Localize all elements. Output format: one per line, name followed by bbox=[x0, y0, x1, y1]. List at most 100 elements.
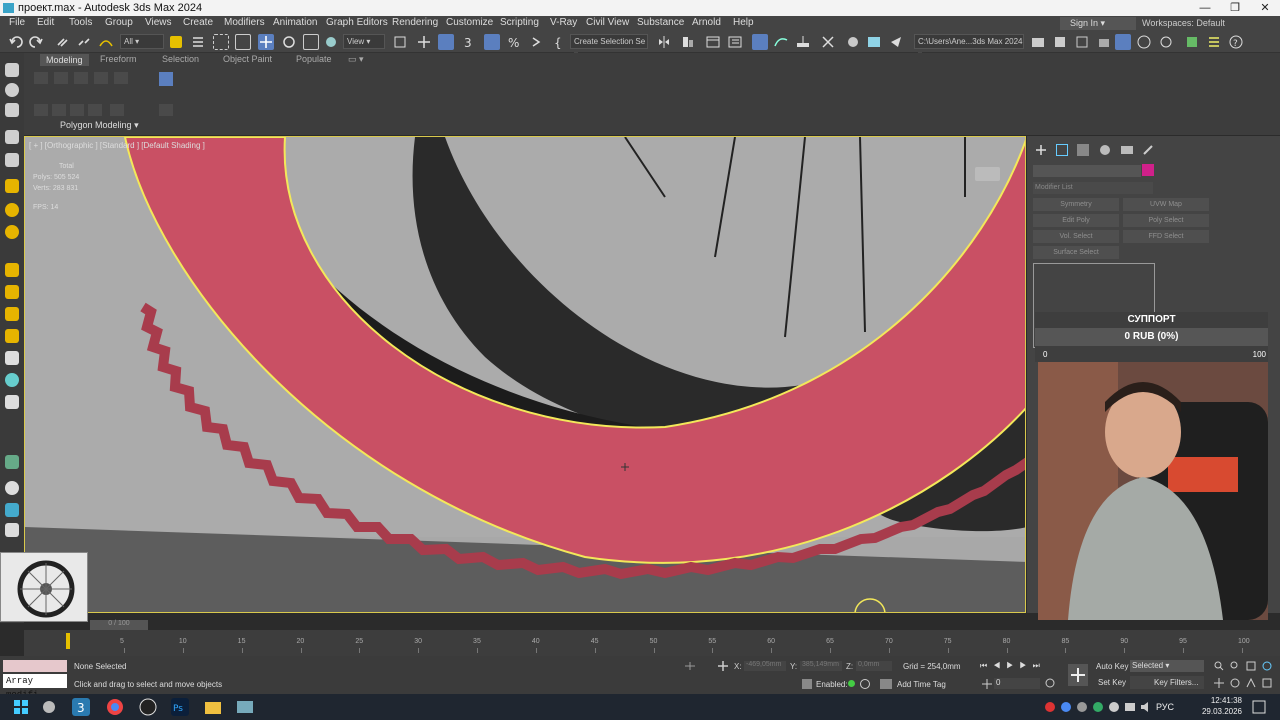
enabled-toggle[interactable] bbox=[860, 679, 870, 689]
language-indicator[interactable]: РУС bbox=[1156, 702, 1174, 712]
select-object-icon[interactable] bbox=[170, 36, 182, 48]
redo-icon[interactable] bbox=[28, 34, 44, 50]
ribbon-tool-icon[interactable] bbox=[54, 72, 68, 84]
selection-filter-dropdown[interactable]: All ▾ bbox=[120, 34, 164, 49]
ribbon-tool-icon[interactable] bbox=[114, 72, 128, 84]
display-tab-icon[interactable] bbox=[1121, 146, 1133, 154]
placement-icon[interactable] bbox=[323, 34, 339, 50]
menu-file[interactable]: File bbox=[9, 17, 25, 28]
menu-animation[interactable]: Animation bbox=[273, 17, 317, 28]
isolate-selection-icon[interactable] bbox=[684, 661, 696, 671]
project-path-dropdown[interactable]: C:\Users\Ane...3ds Max 2024 ▾ bbox=[914, 34, 1024, 59]
modifier-symmetry-button[interactable]: Symmetry bbox=[1033, 198, 1119, 211]
percent-snap-icon[interactable]: % bbox=[506, 34, 522, 50]
clock-date[interactable]: 29.03.2026 bbox=[1198, 707, 1242, 716]
tab-object-paint[interactable]: Object Paint bbox=[223, 54, 272, 64]
render-icon[interactable] bbox=[5, 523, 19, 537]
select-by-name-icon[interactable] bbox=[190, 34, 206, 50]
time-config-icon[interactable] bbox=[1044, 678, 1056, 689]
photoshop-icon[interactable]: Ps bbox=[171, 698, 189, 716]
link-icon[interactable] bbox=[55, 34, 71, 50]
3dsmax-taskbar-icon[interactable]: 3 bbox=[72, 698, 90, 716]
tray-icon[interactable] bbox=[1076, 698, 1088, 716]
zoom-all-icon[interactable] bbox=[1230, 661, 1240, 671]
ribbon-tool-icon[interactable] bbox=[159, 104, 173, 116]
utilities-tab-icon[interactable] bbox=[1142, 144, 1154, 156]
brush-icon[interactable] bbox=[5, 263, 19, 277]
app-window-icon[interactable] bbox=[236, 698, 254, 716]
curve-editor-icon[interactable] bbox=[773, 34, 789, 50]
select-manipulate-icon[interactable] bbox=[416, 34, 432, 50]
tab-freeform[interactable]: Freeform bbox=[100, 54, 137, 64]
sign-in-button[interactable]: Sign In ▾ bbox=[1060, 17, 1136, 30]
menu-tools[interactable]: Tools bbox=[69, 17, 92, 28]
modify-tab-icon[interactable] bbox=[1056, 144, 1068, 156]
ribbon-active-tool-icon[interactable] bbox=[159, 72, 173, 86]
particle-icon[interactable] bbox=[5, 503, 19, 517]
file-explorer-icon[interactable] bbox=[204, 698, 222, 716]
rectangular-selection-icon[interactable] bbox=[213, 34, 229, 50]
plugins-icon[interactable] bbox=[1184, 34, 1200, 50]
absolute-mode-icon[interactable] bbox=[718, 661, 728, 671]
create-icon[interactable] bbox=[5, 63, 19, 77]
layer-explorer-icon[interactable] bbox=[727, 34, 743, 50]
x-coord-field[interactable]: -469,05mm bbox=[744, 661, 786, 671]
tray-icon[interactable] bbox=[1092, 698, 1104, 716]
create-tab-icon[interactable] bbox=[1035, 144, 1047, 156]
ribbon-tool-icon[interactable] bbox=[74, 72, 88, 84]
keyboard-shortcut-override-icon[interactable] bbox=[438, 34, 454, 50]
maxscript-input[interactable]: Array modifi bbox=[3, 674, 67, 700]
modifier-list-dropdown[interactable]: Modifier List bbox=[1033, 182, 1153, 194]
tripod-icon[interactable] bbox=[5, 395, 19, 409]
copyright-icon[interactable] bbox=[1136, 34, 1152, 50]
angle-snap-icon[interactable] bbox=[484, 34, 500, 50]
zoom-extents-icon[interactable] bbox=[1246, 661, 1256, 671]
align-icon[interactable] bbox=[680, 34, 696, 50]
reference-coordinate-dropdown[interactable]: View ▾ bbox=[343, 34, 385, 49]
project-icon[interactable] bbox=[1115, 34, 1131, 50]
time-tag-icon[interactable] bbox=[802, 679, 812, 689]
workspace-selector[interactable]: Workspaces: Default bbox=[1142, 18, 1225, 28]
menu-arnold[interactable]: Arnold bbox=[692, 17, 721, 28]
hierarchy-tab-icon[interactable] bbox=[1077, 144, 1089, 156]
save-file-icon[interactable] bbox=[1052, 34, 1068, 50]
set-key-button[interactable]: Set Key bbox=[1098, 678, 1126, 687]
add-time-tag-icon[interactable] bbox=[880, 679, 892, 689]
viewport-orthographic[interactable]: [ + ] [Orthographic ] [Standard ] [Defau… bbox=[24, 136, 1026, 613]
ribbon-options-icon[interactable]: ▭ ▾ bbox=[348, 54, 364, 65]
ribbon-tool-icon[interactable] bbox=[88, 104, 102, 116]
close-button[interactable]: ✕ bbox=[1250, 0, 1280, 16]
ribbon-tool-icon[interactable] bbox=[94, 72, 108, 84]
orbit-icon[interactable] bbox=[1230, 678, 1240, 688]
hammer-icon[interactable] bbox=[5, 179, 19, 193]
mirror-icon[interactable] bbox=[656, 34, 672, 50]
snaps-toggle-icon[interactable]: 3 bbox=[462, 34, 478, 50]
sync-icon[interactable] bbox=[1158, 34, 1174, 50]
help-icon[interactable]: ? bbox=[1228, 34, 1244, 50]
tab-populate[interactable]: Populate bbox=[296, 54, 332, 64]
lightbulb-icon[interactable] bbox=[5, 203, 19, 217]
y-coord-field[interactable]: 385,149mm bbox=[800, 661, 842, 671]
ribbon-tool-icon[interactable] bbox=[70, 104, 84, 116]
zoom-extents-all-icon[interactable] bbox=[1262, 661, 1272, 671]
edit-named-selection-icon[interactable]: { bbox=[552, 34, 568, 50]
menu-group[interactable]: Group bbox=[105, 17, 133, 28]
menu-rendering[interactable]: Rendering bbox=[392, 17, 438, 28]
layers-icon[interactable] bbox=[5, 153, 19, 167]
timeline[interactable]: 0 / 100 5 10 15 20 25 30 35 40 45 50 55 60 65 70 75 80 8… bbox=[24, 620, 1280, 656]
set-key-big-icon[interactable] bbox=[1068, 664, 1088, 686]
menu-modifiers[interactable]: Modifiers bbox=[224, 17, 265, 28]
tray-icon[interactable] bbox=[1108, 698, 1120, 716]
schematic-view-icon[interactable] bbox=[795, 34, 811, 50]
menu-civil-view[interactable]: Civil View bbox=[586, 17, 629, 28]
box-icon[interactable] bbox=[5, 351, 19, 365]
ribbon-tool-icon[interactable] bbox=[110, 104, 124, 116]
window-crossing-icon[interactable] bbox=[235, 34, 251, 50]
ribbon-tool-icon[interactable] bbox=[34, 72, 48, 84]
layers-list-icon[interactable] bbox=[1206, 34, 1222, 50]
maximize-button[interactable]: ❐ bbox=[1220, 0, 1250, 16]
pan-icon[interactable] bbox=[1214, 678, 1224, 688]
archive-icon[interactable] bbox=[1096, 34, 1112, 50]
globe-icon[interactable] bbox=[5, 373, 19, 387]
key-filters-button[interactable]: Key Filters... bbox=[1130, 676, 1204, 689]
